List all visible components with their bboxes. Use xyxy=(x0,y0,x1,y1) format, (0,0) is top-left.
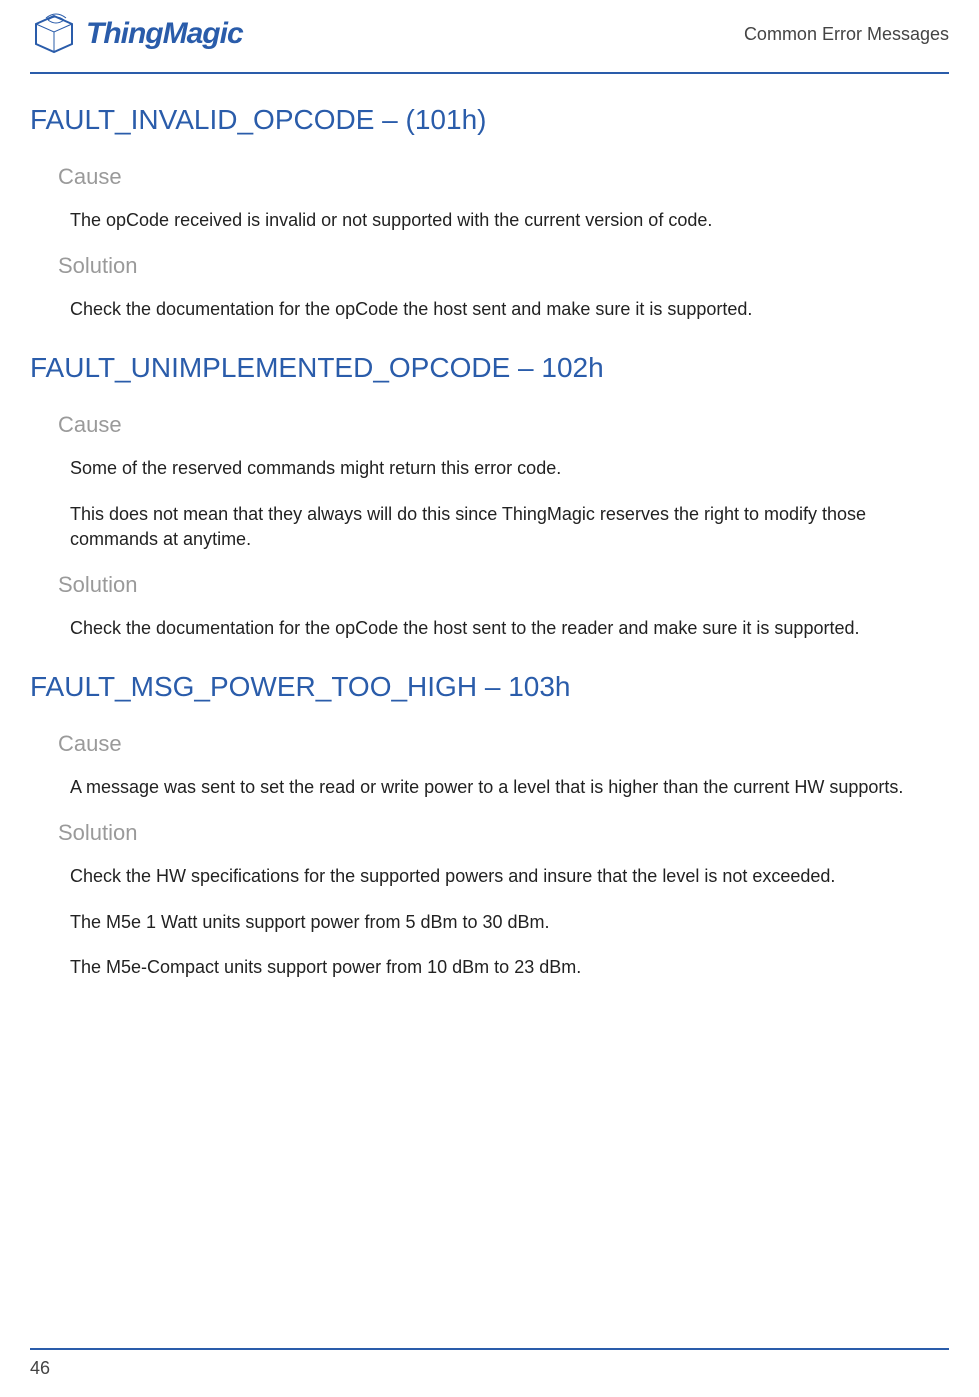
header-section-label: Common Error Messages xyxy=(744,24,949,45)
sub-heading: Cause xyxy=(58,412,949,438)
thingmagic-logo-icon xyxy=(30,10,78,58)
sub-heading: Solution xyxy=(58,572,949,598)
logo-text: ThingMagic xyxy=(86,17,243,51)
fault-title: FAULT_MSG_POWER_TOO_HIGH – 103h xyxy=(30,671,949,703)
body-paragraph: This does not mean that they always will… xyxy=(70,502,949,552)
logo: ThingMagic xyxy=(30,10,243,58)
body-paragraph: The M5e 1 Watt units support power from … xyxy=(70,910,949,935)
body-paragraph: The opCode received is invalid or not su… xyxy=(70,208,949,233)
sub-heading: Cause xyxy=(58,164,949,190)
sub-heading: Solution xyxy=(58,820,949,846)
body-paragraph: A message was sent to set the read or wr… xyxy=(70,775,949,800)
fault-title: FAULT_UNIMPLEMENTED_OPCODE – 102h xyxy=(30,352,949,384)
page-number: 46 xyxy=(30,1358,50,1378)
body-paragraph: Check the HW specifications for the supp… xyxy=(70,864,949,889)
sub-heading: Cause xyxy=(58,731,949,757)
body-paragraph: Check the documentation for the opCode t… xyxy=(70,616,949,641)
page-header: ThingMagic Common Error Messages xyxy=(30,10,949,74)
page-content: FAULT_INVALID_OPCODE – (101h) Cause The op… xyxy=(30,104,949,980)
body-paragraph: Some of the reserved commands might retu… xyxy=(70,456,949,481)
page-footer: 46 xyxy=(30,1348,949,1379)
sub-heading: Solution xyxy=(58,253,949,279)
body-paragraph: Check the documentation for the opCode t… xyxy=(70,297,949,322)
body-paragraph: The M5e-Compact units support power from… xyxy=(70,955,949,980)
fault-title: FAULT_INVALID_OPCODE – (101h) xyxy=(30,104,949,136)
